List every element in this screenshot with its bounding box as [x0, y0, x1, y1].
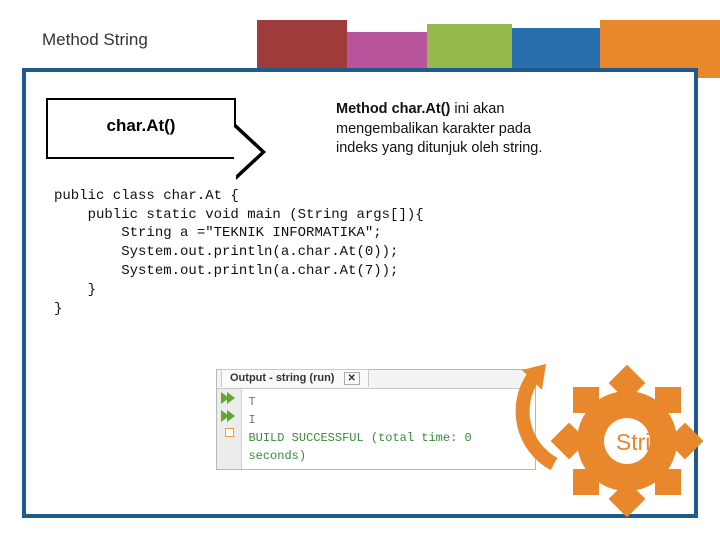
- output-tab-label: Output - string (run): [230, 372, 334, 384]
- close-icon[interactable]: ✕: [344, 372, 360, 385]
- run-icon[interactable]: [221, 410, 237, 422]
- method-description: Method char.At() ini akan mengembalikan …: [336, 100, 566, 159]
- stop-icon[interactable]: [225, 428, 234, 437]
- method-description-bold: Method char.At(): [336, 101, 450, 117]
- curved-arrow-icon: [484, 364, 574, 474]
- run-icon[interactable]: [221, 392, 237, 404]
- gear-label: String: [616, 429, 676, 456]
- method-name-box: char.At(): [46, 98, 236, 159]
- code-sample: public class char.At { public static voi…: [54, 187, 666, 319]
- slide-title-tab: Method String: [24, 20, 166, 60]
- output-gutter: [217, 389, 242, 469]
- output-tab: Output - string (run) ✕: [221, 369, 369, 387]
- content-frame: char.At() Method char.At() ini akan meng…: [22, 68, 698, 518]
